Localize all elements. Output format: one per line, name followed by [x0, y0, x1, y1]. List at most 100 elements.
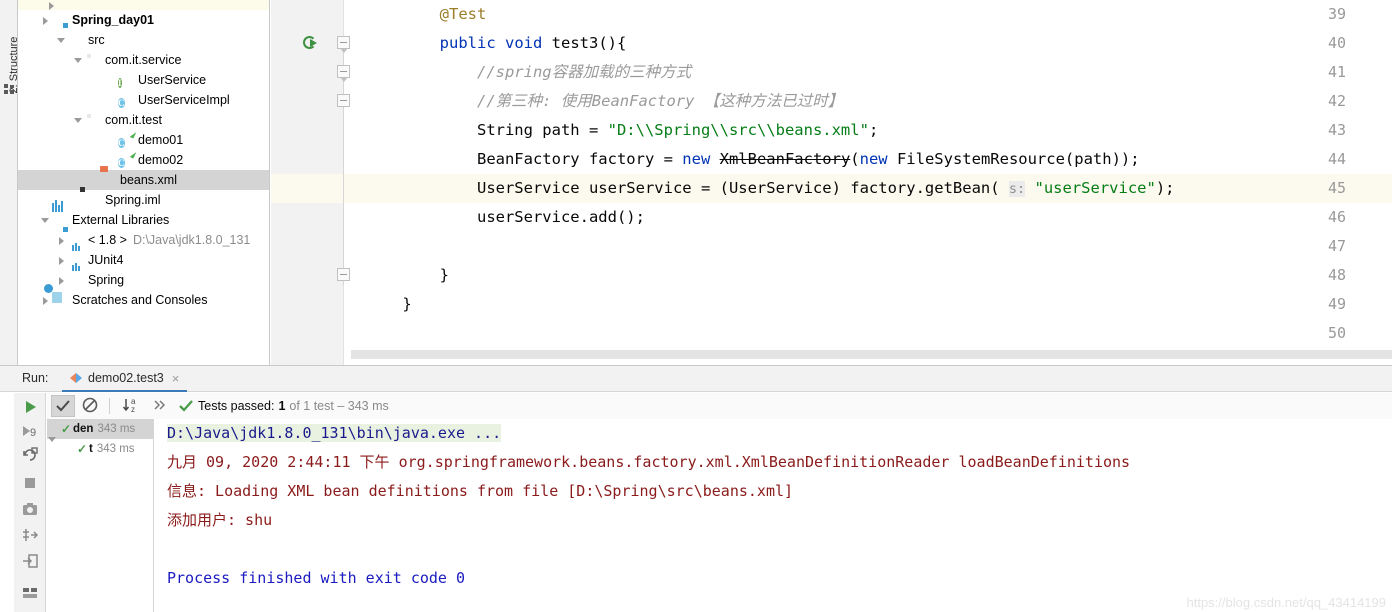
passed-checkmark-icon: ✓ — [76, 442, 88, 456]
chevron-down-icon[interactable] — [73, 115, 84, 126]
tree-item-label: demo01 — [138, 133, 184, 147]
code-token: new — [859, 150, 888, 168]
code-line[interactable] — [351, 232, 1392, 261]
code-text[interactable]: @Test public void test3(){ //spring容器加载的… — [351, 0, 1392, 345]
close-icon[interactable]: × — [172, 371, 180, 386]
chevron-down-icon[interactable] — [73, 55, 84, 66]
tree-item-userservice[interactable]: I UserService — [18, 70, 269, 90]
test-duration: 343 ms — [97, 423, 136, 435]
tree-item-spring[interactable]: Spring — [18, 263, 269, 290]
chevron-right-icon[interactable] — [56, 275, 67, 286]
screenshot-icon[interactable] — [20, 499, 40, 519]
tree-item-external-libraries[interactable]: External Libraries — [18, 200, 269, 230]
tree-item-demo02[interactable]: Cdemo02 — [18, 150, 269, 170]
code-token: @Test — [439, 5, 487, 23]
run-configuration-tab[interactable]: demo02.test3 × — [62, 366, 188, 392]
console-line: 信息: Loading XML bean definitions from fi… — [167, 482, 794, 500]
watermark: https://blog.csdn.net/qq_43414199 — [1186, 595, 1387, 610]
toggle-auto-test-icon[interactable] — [20, 445, 40, 465]
svg-text:9: 9 — [30, 427, 36, 439]
code-line[interactable]: //第三种: 使用BeanFactory 【这种方法已过时】 — [351, 87, 1392, 116]
chevron-down-icon[interactable] — [40, 215, 51, 226]
test-results-tree[interactable]: ✓ den 343 ms ✓ t 343 ms — [47, 419, 154, 612]
layout-icon[interactable] — [20, 583, 40, 603]
code-line[interactable]: UserService userService = (UserService) … — [351, 174, 1392, 203]
run-tab-bar: Run: demo02.test3 × — [0, 366, 1392, 392]
project-tree-panel[interactable]: Spring_day01src com.it.service I UserServic… — [18, 0, 270, 365]
tree-item-scratches-and-consoles[interactable]: Scratches and Consoles — [18, 290, 269, 310]
structure-icon — [4, 84, 14, 94]
code-line[interactable]: String path = "D:\\Spring\\src\\beans.xm… — [351, 116, 1392, 145]
code-token: BeanFactory factory = — [365, 150, 683, 168]
export-test-results-icon[interactable] — [20, 525, 40, 545]
code-token: ( — [850, 150, 860, 168]
code-line[interactable]: userService.add(); — [351, 203, 1392, 232]
fold-marker-method[interactable] — [337, 36, 350, 53]
console-output[interactable]: D:\Java\jdk1.8.0_131\bin\java.exe ... 九月 … — [155, 419, 1392, 612]
chevron-right-icon[interactable] — [40, 15, 51, 26]
console-line: D:\Java\jdk1.8.0_131\bin\java.exe ... — [167, 424, 502, 442]
run-tab-title: demo02.test3 — [88, 371, 164, 385]
test-tree-row[interactable]: ✓ den 343 ms — [47, 419, 153, 442]
code-token: String path = — [365, 121, 608, 139]
tree-item-junit4[interactable]: JUnit4 — [18, 243, 269, 270]
tree-item-label: JUnit4 — [88, 253, 124, 267]
run-side-toolbar[interactable]: 9 — [14, 393, 46, 612]
code-line[interactable]: BeanFactory factory = new XmlBeanFactory… — [351, 145, 1392, 174]
chevron-down-icon[interactable] — [56, 35, 67, 46]
editor-horizontal-scrollbar[interactable] — [351, 350, 1392, 359]
show-passed-checkmark-icon[interactable] — [51, 395, 75, 417]
code-line[interactable]: } — [351, 290, 1392, 319]
tree-item-spring-day01[interactable]: Spring_day01 — [18, 10, 269, 30]
sort-alphabetically-icon[interactable]: az — [120, 395, 144, 417]
module-folder-icon — [52, 12, 68, 28]
fold-marker-inner[interactable] — [337, 94, 350, 107]
more-options-icon[interactable] — [148, 395, 172, 417]
tree-item-label: beans.xml — [120, 173, 177, 187]
source-folder-icon — [68, 32, 84, 48]
stop-icon[interactable] — [20, 473, 40, 493]
test-class-icon: C — [118, 138, 125, 148]
tree-item--1-8-[interactable]: < 1.8 > D:\Java\jdk1.8.0_131 — [18, 230, 269, 250]
fold-marker-end[interactable] — [337, 268, 350, 281]
code-line[interactable]: public void test3(){ — [351, 29, 1392, 58]
test-results-toolbar[interactable]: az Tests passed: 1 of 1 test – 343 ms — [47, 393, 1392, 419]
rerun-failed-icon[interactable]: 9 — [20, 421, 40, 441]
hide-ignored-icon[interactable] — [79, 395, 103, 417]
code-line[interactable]: } — [351, 261, 1392, 290]
jar-icon — [68, 263, 84, 288]
code-editor[interactable]: 39 40 41 42 43 44 45 46 47 48 49 50 @Test public vo… — [271, 0, 1392, 365]
test-name: t — [89, 443, 93, 455]
code-line[interactable]: //spring容器加载的三种方式 — [351, 58, 1392, 87]
code-token: //第三种: 使用BeanFactory 【这种方法已过时】 — [365, 92, 844, 110]
tree-item-com-it-test[interactable]: com.it.test — [18, 110, 269, 130]
code-line[interactable]: @Test — [351, 0, 1392, 29]
chevron-right-icon[interactable] — [40, 295, 51, 306]
tree-item-com-it-service[interactable]: com.it.service — [18, 50, 269, 70]
package-icon — [85, 52, 101, 68]
code-token: ; — [868, 121, 879, 139]
tree-item-path: D:\Java\jdk1.8.0_131 — [132, 233, 251, 247]
tree-item-userserviceimpl[interactable]: C UserServiceImpl — [18, 90, 269, 110]
scratches-icon — [52, 292, 68, 308]
fold-marker-comment[interactable] — [337, 65, 350, 82]
chevron-right-icon[interactable] — [56, 235, 67, 246]
chevron-right-icon[interactable] — [46, 0, 57, 11]
tree-item-beans-xml[interactable]: beans.xml — [18, 170, 269, 190]
tree-item-label: com.it.service — [105, 53, 182, 67]
code-token: userService.add(); — [365, 208, 645, 226]
rerun-icon[interactable] — [20, 397, 40, 417]
tree-item-demo01[interactable]: Cdemo01 — [18, 130, 269, 150]
chevron-right-icon[interactable] — [56, 255, 67, 266]
tree-row-partial[interactable] — [18, 0, 269, 10]
code-token: test3(){ — [542, 34, 627, 52]
test-tree-row[interactable]: ✓ t 343 ms — [47, 439, 153, 459]
tree-item-label: src — [88, 33, 105, 47]
run-test-gutter-icon[interactable] — [303, 36, 318, 51]
code-line[interactable] — [351, 319, 1392, 345]
import-test-results-icon[interactable] — [20, 551, 40, 571]
tree-item-label: Spring.iml — [105, 193, 161, 207]
tree-item-src[interactable]: src — [18, 30, 269, 50]
class-icon: C — [118, 98, 125, 108]
